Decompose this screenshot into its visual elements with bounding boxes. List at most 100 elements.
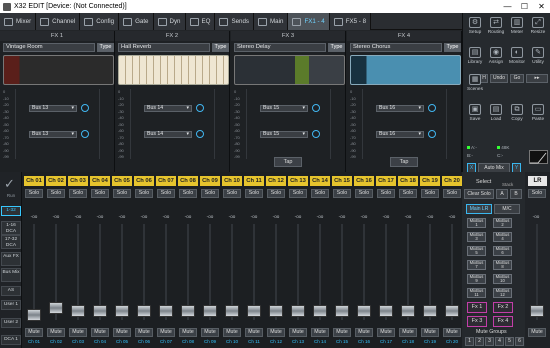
lr-solo-button[interactable]: Solo (528, 189, 546, 198)
stack-a-button[interactable]: A (496, 189, 508, 199)
solo-button[interactable]: Solo (267, 189, 285, 198)
fx-preset-select[interactable]: Hall Reverb (118, 43, 210, 52)
channel-fader[interactable] (159, 305, 173, 317)
fx-assign-button[interactable]: Fx 1 (467, 302, 487, 313)
mute-button[interactable]: Mute (355, 328, 373, 337)
solo-button[interactable]: Solo (289, 189, 307, 198)
fx-level-knob[interactable] (428, 130, 436, 138)
channel-fader[interactable] (357, 305, 371, 317)
fx-device-image[interactable] (350, 55, 461, 85)
solo-button[interactable]: Solo (179, 189, 197, 198)
channel-name[interactable]: Ch 17 (376, 176, 396, 186)
solo-button[interactable]: Solo (47, 189, 65, 198)
minimize-button[interactable]: — (499, 0, 516, 13)
mute-button[interactable]: Mute (157, 328, 175, 337)
fx-level-knob[interactable] (81, 104, 89, 112)
tab-fx1-4[interactable]: FX1 - 4 (288, 13, 330, 30)
channel-name[interactable]: Ch 03 (68, 176, 88, 186)
fx-bus-select[interactable]: Bus 15 (260, 131, 308, 138)
fx-type-button[interactable]: Type (328, 43, 345, 52)
tool-assign[interactable]: ◉ Assign (486, 46, 506, 69)
layer-aux-fx[interactable]: Aux FX (1, 252, 21, 266)
channel-name[interactable]: Ch 11 (244, 176, 264, 186)
mute-group-button[interactable]: 6 (515, 337, 524, 346)
fx-type-button[interactable]: Type (97, 43, 114, 52)
tool-monitor[interactable]: ◐ Monitor (507, 46, 527, 69)
solo-button[interactable]: Solo (355, 189, 373, 198)
mute-group-button[interactable]: 4 (495, 337, 504, 346)
mute-button[interactable]: Mute (201, 328, 219, 337)
maximize-button[interactable]: ☐ (516, 0, 533, 13)
mute-button[interactable]: Mute (421, 328, 439, 337)
channel-fader[interactable] (379, 305, 393, 317)
fx-level-knob[interactable] (428, 104, 436, 112)
channel-name[interactable]: Ch 04 (90, 176, 110, 186)
tab-fx5-8[interactable]: FX5 - 8 (329, 13, 372, 30)
mute-group-button[interactable]: 3 (485, 337, 494, 346)
fx-bus-select[interactable]: Bus 14 (144, 105, 192, 112)
layer-1-16-dca[interactable]: 1-16 DCA (1, 221, 21, 235)
solo-button[interactable]: Solo (25, 189, 43, 198)
layer-bus-mix[interactable]: Bus Mix (1, 268, 21, 282)
tool-save[interactable]: ▣ Save (465, 103, 485, 126)
fx-preset-select[interactable]: Stereo Delay (234, 43, 326, 52)
mute-button[interactable]: Mute (223, 328, 241, 337)
fx-bus-select[interactable]: Bus 13 (29, 131, 77, 138)
check-icon[interactable]: ✓ (4, 177, 18, 191)
solo-button[interactable]: Solo (399, 189, 417, 198)
solo-button[interactable]: Solo (421, 189, 439, 198)
tab-sends[interactable]: Sends (215, 13, 255, 30)
tab-gate[interactable]: Gate (119, 13, 154, 30)
mute-button[interactable]: Mute (113, 328, 131, 337)
fx-assign-button[interactable]: Fx 4 (493, 316, 513, 327)
channel-name[interactable]: Ch 08 (178, 176, 198, 186)
fx-assign-button[interactable]: Fx 2 (493, 302, 513, 313)
mute-button[interactable]: Mute (69, 328, 87, 337)
fx-device-image[interactable] (118, 55, 229, 85)
go-button[interactable]: Go (510, 74, 524, 83)
channel-fader[interactable] (423, 305, 437, 317)
fx-level-knob[interactable] (196, 130, 204, 138)
fx-bus-select[interactable]: Bus 14 (144, 131, 192, 138)
run-button[interactable]: Run (3, 193, 19, 198)
redo-button[interactable]: ▸▸ (526, 74, 548, 83)
fx-bus-select[interactable]: Bus 16 (376, 105, 424, 112)
tool-library[interactable]: ▤ Library (465, 46, 485, 69)
mute-button[interactable]: Mute (267, 328, 285, 337)
fx-level-knob[interactable] (312, 130, 320, 138)
fx-level-knob[interactable] (312, 104, 320, 112)
channel-name[interactable]: Ch 16 (354, 176, 374, 186)
mixbus-button[interactable]: MixBus 4 (493, 232, 512, 242)
mute-button[interactable]: Mute (25, 328, 43, 337)
mixbus-button[interactable]: MixBus 1 (467, 218, 486, 228)
channel-fader[interactable] (269, 305, 283, 317)
tool-meter[interactable]: ▥ Meter (507, 16, 527, 39)
mixbus-button[interactable]: MixBus 7 (467, 260, 486, 270)
tap-button[interactable]: Tap (274, 157, 302, 167)
fx-bus-select[interactable]: Bus 13 (29, 105, 77, 112)
lr-fader[interactable] (530, 305, 544, 317)
mute-group-button[interactable]: 5 (505, 337, 514, 346)
tool-resize[interactable]: ⤢ Resize (528, 16, 548, 39)
tap-button[interactable]: Tap (390, 157, 418, 167)
mute-button[interactable]: Mute (91, 328, 109, 337)
tab-dyn[interactable]: Dyn (153, 13, 186, 30)
channel-fader[interactable] (115, 305, 129, 317)
mc-button[interactable]: M/C (494, 204, 520, 214)
solo-button[interactable]: Solo (201, 189, 219, 198)
close-button[interactable]: ✕ (533, 0, 550, 13)
mixbus-button[interactable]: MixBus 11 (467, 288, 486, 298)
channel-name[interactable]: Ch 09 (200, 176, 220, 186)
channel-name[interactable]: Ch 18 (398, 176, 418, 186)
solo-button[interactable]: Solo (377, 189, 395, 198)
solo-button[interactable]: Solo (311, 189, 329, 198)
fx-preset-select[interactable]: Stereo Chorus (350, 43, 442, 52)
channel-fader[interactable] (313, 305, 327, 317)
channel-name[interactable]: Ch 06 (134, 176, 154, 186)
mute-group-button[interactable]: 1 (465, 337, 474, 346)
mixbus-button[interactable]: MixBus 10 (493, 274, 512, 284)
fx-type-button[interactable]: Type (212, 43, 229, 52)
tool-paste[interactable]: ▭ Paste (528, 103, 548, 126)
layer-17-32-dca[interactable]: 17-32 DCA (1, 235, 21, 249)
solo-button[interactable]: Solo (69, 189, 87, 198)
